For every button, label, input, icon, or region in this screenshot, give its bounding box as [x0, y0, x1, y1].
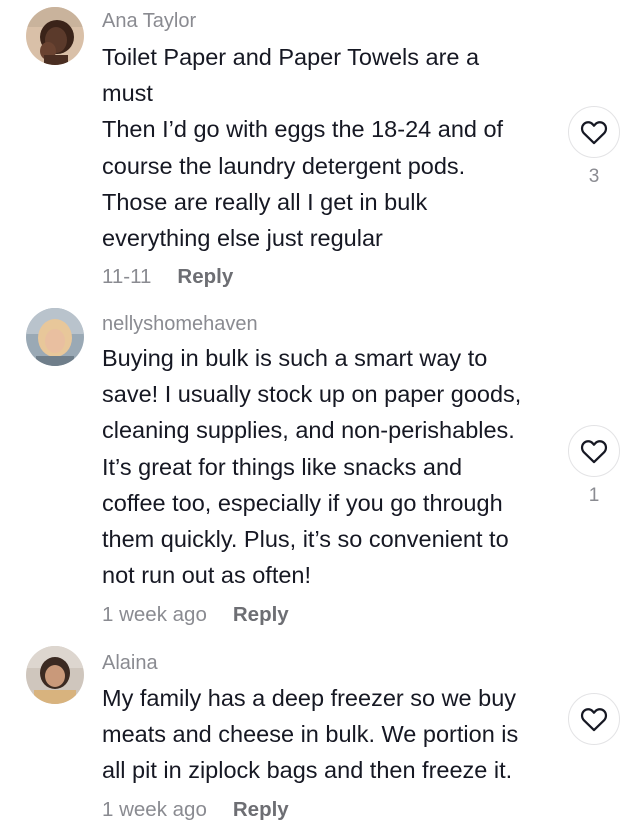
comment-text-line: It’s great for things like snacks and — [102, 453, 463, 480]
comment-text-line: not run out as often! — [102, 562, 312, 589]
like-count: 1 — [588, 485, 600, 506]
like-button[interactable] — [568, 425, 620, 477]
comment-text-line: Then I’d go with eggs the 18-24 and of — [102, 116, 504, 143]
comment-date: 11-11 — [102, 265, 152, 288]
comment-text-line: Toilet Paper and Paper Towels are a — [102, 44, 480, 70]
comment-text-line: course the laundry detergent pods. — [102, 152, 466, 179]
comment-text-line: Buying in bulk is such a smart way to — [102, 345, 488, 371]
comment-date: 1 week ago — [102, 603, 207, 626]
reply-button[interactable]: Reply — [233, 603, 289, 626]
comment-meta: 1 week ago Reply — [102, 603, 289, 627]
like-control: 1 — [566, 425, 622, 507]
user-avatar-icon — [26, 7, 84, 65]
like-count: 3 — [588, 166, 600, 187]
comment-text-line: everything else just regular — [102, 225, 383, 252]
comment-meta: 1 week ago Reply — [102, 798, 289, 822]
like-button[interactable] — [568, 106, 620, 158]
heart-outline-icon — [580, 440, 608, 464]
comment-username[interactable]: Ana Taylor — [102, 10, 196, 33]
comment-text-line: cleaning supplies, and non-perishables. — [102, 417, 515, 444]
reply-button[interactable]: Reply — [177, 265, 233, 288]
user-avatar-icon — [26, 308, 84, 366]
avatar[interactable] — [26, 646, 84, 704]
heart-outline-icon — [580, 121, 608, 145]
comment-text-line: them quickly. Plus, it’s so convenient t… — [102, 526, 509, 553]
comment-text-line: Those are really all I get in bulk — [102, 188, 428, 215]
comment-date: 1 week ago — [102, 798, 207, 821]
comment-text-line: must — [102, 80, 153, 107]
like-control — [566, 693, 622, 753]
comment-text-line: meats and cheese in bulk. We portion is — [102, 721, 519, 748]
comment-username[interactable]: Alaina — [102, 652, 158, 675]
comment-text: My family has a deep freezer so we buy m… — [102, 680, 562, 789]
like-control: 3 — [566, 106, 622, 188]
avatar[interactable] — [26, 7, 84, 65]
comment-text-line: save! I usually stock up on paper goods, — [102, 381, 522, 408]
comment-text-line: coffee too, especially if you go through — [102, 489, 503, 516]
comment-username[interactable]: nellyshomehaven — [102, 313, 258, 336]
comment-text: Buying in bulk is such a smart way to sa… — [102, 340, 562, 593]
comment-text: Toilet Paper and Paper Towels are a must… — [102, 39, 562, 256]
user-avatar-icon — [26, 646, 84, 704]
like-button[interactable] — [568, 693, 620, 745]
heart-outline-icon — [580, 708, 608, 732]
comment-text-line: all pit in ziplock bags and then freeze … — [102, 757, 513, 784]
avatar[interactable] — [26, 308, 84, 366]
comment-text-line: My family has a deep freezer so we buy — [102, 685, 517, 711]
reply-button[interactable]: Reply — [233, 798, 289, 821]
comment-meta: 11-11 Reply — [102, 265, 233, 289]
